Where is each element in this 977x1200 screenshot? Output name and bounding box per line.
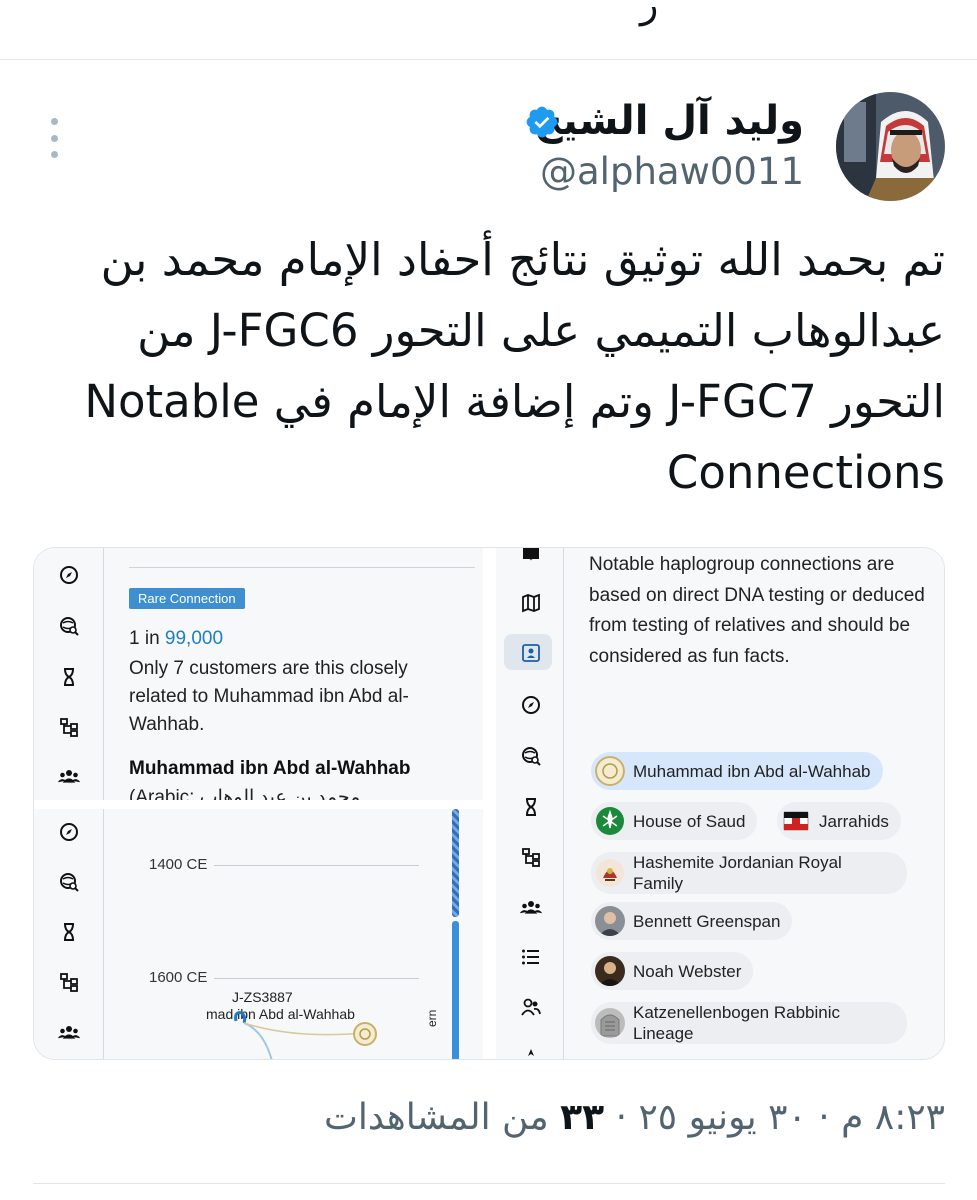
tweet-text: تم بحمد الله توثيق نتائج أحفاد الإمام مح…: [65, 224, 945, 508]
connection-chip[interactable]: Noah Webster: [591, 952, 754, 990]
connection-person-name: Muhammad ibn Abd al-Wahhab: [129, 758, 411, 779]
timeline-tick: 1600 CE: [149, 969, 208, 986]
globe-search-icon: [522, 747, 541, 766]
chip-label: Hashemite Jordanian Royal Family: [633, 853, 842, 893]
more-icon: [528, 1049, 534, 1056]
hourglass-icon: [64, 668, 74, 686]
tweet-text-line: التحور J-FGC7 وتم إضافة الإمام في Notabl…: [84, 375, 945, 428]
media-image-notable-connections[interactable]: Notable haplogroup connections are based…: [496, 548, 944, 1059]
connection-odds: 1 in 99,000: [129, 628, 223, 650]
list-icon: [522, 949, 539, 965]
tree-icon: [60, 718, 78, 737]
chip-label: Bennett Greenspan: [633, 911, 781, 931]
side-rail: [34, 548, 104, 800]
views-count: ٣٣: [560, 1097, 605, 1138]
person-photo-icon: [595, 906, 625, 936]
media-image-timeline[interactable]: 1400 CE 1600 CE J-ZS3887 mad ibn Abd al-…: [34, 809, 483, 1059]
gridline: [214, 978, 419, 979]
globe-search-icon: [60, 617, 79, 636]
haplogroup-label: J-ZS3887: [232, 989, 293, 1005]
medallion-icon: [595, 756, 625, 786]
divider: [33, 1183, 945, 1184]
group-icon: [520, 901, 542, 914]
saudi-emblem-icon: [596, 807, 624, 835]
author-handle[interactable]: @alphaw0011: [540, 150, 804, 193]
connection-person-arabic: (Arabic: محمد بن عبد الوهاب: [129, 787, 361, 800]
tombstone-icon: [595, 1008, 625, 1038]
connection-chip[interactable]: Muhammad ibn Abd al-Wahhab: [591, 752, 883, 790]
person-medallion-icon: [353, 1022, 377, 1046]
timeline-branch-bar: [452, 921, 459, 1059]
more-options-icon[interactable]: [44, 118, 64, 158]
verified-badge-icon: [526, 106, 558, 138]
globe-search-icon: [60, 873, 79, 892]
odds-value: 99,000: [164, 628, 224, 649]
timeline-vertical-label: ern: [425, 1009, 439, 1027]
tweet-media[interactable]: Rare Connection 1 in 99,000 Only 7 custo…: [33, 547, 945, 1060]
group-icon: [58, 1026, 80, 1039]
tweet-timestamp[interactable]: ٨:٢٣ م · ٣٠ يونيو ٢٥: [638, 1097, 945, 1138]
meta-separator: ·: [604, 1097, 628, 1138]
connection-chip[interactable]: Bennett Greenspan: [591, 902, 793, 940]
timeline-tick: 1400 CE: [149, 856, 208, 873]
odds-prefix: 1 in: [129, 628, 165, 649]
connection-chip[interactable]: House of Saud: [591, 802, 758, 840]
divider: [0, 59, 977, 60]
views-label: من المشاهدات: [323, 1097, 549, 1138]
avatar[interactable]: [836, 92, 945, 201]
jarrahids-flag-icon: [783, 811, 809, 831]
hourglass-icon: [64, 923, 74, 941]
gridline: [214, 865, 419, 866]
chip-label: Katzenellenbogen Rabbinic Lineage: [633, 1003, 840, 1043]
connection-chip[interactable]: Hashemite Jordanian Royal Family: [591, 852, 907, 894]
jordan-crest-icon: [596, 859, 624, 887]
previous-tweet-fragment: ر: [640, 0, 659, 26]
compass-icon: [60, 823, 78, 841]
side-rail: [496, 548, 564, 1059]
compass-icon: [522, 696, 540, 714]
connection-description: Only 7 customers are this closely relate…: [129, 658, 409, 735]
chip-label: Jarrahids: [819, 811, 889, 831]
chip-label: Noah Webster: [633, 961, 742, 981]
connection-chip[interactable]: Katzenellenbogen Rabbinic Lineage: [591, 1002, 907, 1044]
tree-icon: [60, 973, 78, 992]
tweet-text-line: تم بحمد الله توثيق نتائج أحفاد الإمام مح…: [100, 233, 945, 286]
profile-card-icon[interactable]: [520, 642, 542, 664]
tweet-text-line: عبدالوهاب التميمي على التحور J-FGC6 من: [137, 304, 945, 357]
side-rail: [34, 809, 104, 1059]
connection-chip[interactable]: Jarrahids: [777, 802, 901, 840]
tweet-meta: ٨:٢٣ م · ٣٠ يونيو ٢٥ · ٣٣ من المشاهدات: [324, 1097, 945, 1138]
portrait-icon: [595, 956, 625, 986]
people-icon: [521, 998, 541, 1016]
tweet-text-line: Connections: [666, 446, 945, 499]
book-icon: [523, 548, 539, 561]
compass-icon: [60, 566, 78, 584]
author-display-name[interactable]: وليد آل الشيخ: [534, 98, 804, 144]
timeline-branch-bar: [452, 809, 459, 917]
chip-label: House of Saud: [633, 811, 746, 831]
notable-intro: Notable haplogroup connections are based…: [589, 554, 925, 667]
group-icon: [58, 770, 80, 783]
hourglass-icon: [526, 798, 536, 816]
divider: [129, 567, 475, 568]
chip-label: Muhammad ibn Abd al-Wahhab: [633, 761, 871, 781]
tree-icon: [522, 848, 540, 867]
media-image-connection-card[interactable]: Rare Connection 1 in 99,000 Only 7 custo…: [34, 548, 483, 800]
map-icon: [522, 593, 540, 613]
rare-connection-badge: Rare Connection: [129, 588, 245, 609]
